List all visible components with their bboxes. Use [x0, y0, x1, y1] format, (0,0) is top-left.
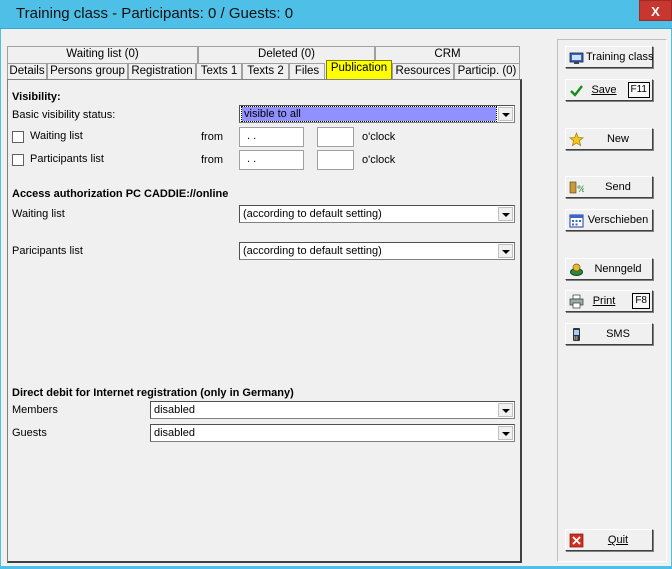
- chevron-down-icon[interactable]: [498, 107, 513, 121]
- participants-from-label: from: [201, 154, 223, 166]
- quit-button[interactable]: Quit: [565, 529, 653, 551]
- tab-texts-2[interactable]: Texts 2: [242, 63, 289, 80]
- debit-members-select[interactable]: disabled: [150, 401, 515, 419]
- tab-row-bottom: Details Persons group Registration Texts…: [7, 60, 522, 80]
- tab-files[interactable]: Files: [289, 63, 325, 80]
- participants-list-visibility-label: Participants list: [30, 153, 104, 165]
- access-heading: Access authorization PC CADDIE://online: [12, 188, 229, 200]
- tab-details[interactable]: Details: [7, 63, 47, 80]
- tab-texts-1[interactable]: Texts 1: [196, 63, 242, 80]
- tab-waiting-list[interactable]: Waiting list (0): [7, 46, 198, 63]
- star-icon: [569, 132, 584, 147]
- printer-icon: [569, 294, 584, 309]
- money-icon: [569, 262, 584, 277]
- chevron-down-icon[interactable]: [498, 244, 513, 258]
- new-button[interactable]: New: [565, 128, 653, 150]
- participants-from-date-input[interactable]: . .: [239, 150, 304, 170]
- tab-persons-group[interactable]: Persons group: [47, 63, 128, 80]
- chevron-down-icon[interactable]: [498, 426, 513, 440]
- send-icon: %: [569, 180, 586, 195]
- tab-particip[interactable]: Particip. (0): [454, 63, 520, 80]
- participants-list-visibility-checkbox[interactable]: [12, 154, 24, 166]
- svg-text:%: %: [577, 185, 584, 195]
- save-shortcut-key: F11: [627, 82, 650, 98]
- close-icon: [569, 533, 584, 548]
- chevron-down-icon[interactable]: [498, 207, 513, 221]
- check-icon: [569, 83, 584, 98]
- tab-resources[interactable]: Resources: [392, 63, 454, 80]
- access-participants-select[interactable]: (according to default setting): [239, 242, 515, 260]
- training-class-icon: [569, 50, 584, 65]
- send-button[interactable]: % Send: [565, 176, 653, 198]
- participants-oclock-label: o'clock: [362, 154, 396, 166]
- training-class-button[interactable]: Training class: [565, 46, 653, 68]
- access-participants-label: Paricipants list: [12, 245, 83, 257]
- debit-members-label: Members: [12, 404, 58, 416]
- debit-guests-label: Guests: [12, 427, 47, 439]
- participants-from-time-input[interactable]: [317, 150, 354, 170]
- waiting-list-visibility-label: Waiting list: [30, 130, 83, 142]
- save-button[interactable]: Save F11: [565, 79, 653, 101]
- print-button[interactable]: Print F8: [565, 290, 653, 312]
- waiting-from-date-input[interactable]: . .: [239, 127, 304, 147]
- close-icon: X: [651, 4, 660, 19]
- tab-row-top: Waiting list (0) Deleted (0) CRM: [7, 46, 522, 63]
- verschieben-button[interactable]: Verschieben: [565, 209, 653, 231]
- waiting-list-visibility-checkbox[interactable]: [12, 131, 24, 143]
- phone-icon: [569, 327, 584, 342]
- window-title: Training class - Participants: 0 / Guest…: [16, 5, 294, 22]
- tab-publication[interactable]: Publication: [326, 60, 392, 79]
- waiting-from-time-input[interactable]: [317, 127, 354, 147]
- tab-registration[interactable]: Registration: [128, 63, 196, 80]
- debit-heading: Direct debit for Internet registration (…: [12, 387, 294, 399]
- sms-button[interactable]: SMS: [565, 323, 653, 345]
- waiting-oclock-label: o'clock: [362, 131, 396, 143]
- debit-guests-select[interactable]: disabled: [150, 424, 515, 442]
- window-titlebar: Training class - Participants: 0 / Guest…: [0, 0, 672, 29]
- basic-visibility-label: Basic visibility status:: [12, 109, 116, 121]
- waiting-from-label: from: [201, 131, 223, 143]
- calendar-icon: [569, 213, 584, 228]
- print-shortcut-key: F8: [632, 293, 650, 309]
- visibility-heading: Visibility:: [12, 91, 61, 103]
- close-window-button[interactable]: X: [639, 0, 672, 21]
- access-waiting-label: Waiting list: [12, 208, 65, 220]
- nenngeld-button[interactable]: Nenngeld: [565, 258, 653, 280]
- chevron-down-icon[interactable]: [498, 403, 513, 417]
- basic-visibility-select[interactable]: visible to all: [239, 105, 515, 123]
- access-waiting-select[interactable]: (according to default setting): [239, 205, 515, 223]
- tab-crm[interactable]: CRM: [375, 46, 520, 63]
